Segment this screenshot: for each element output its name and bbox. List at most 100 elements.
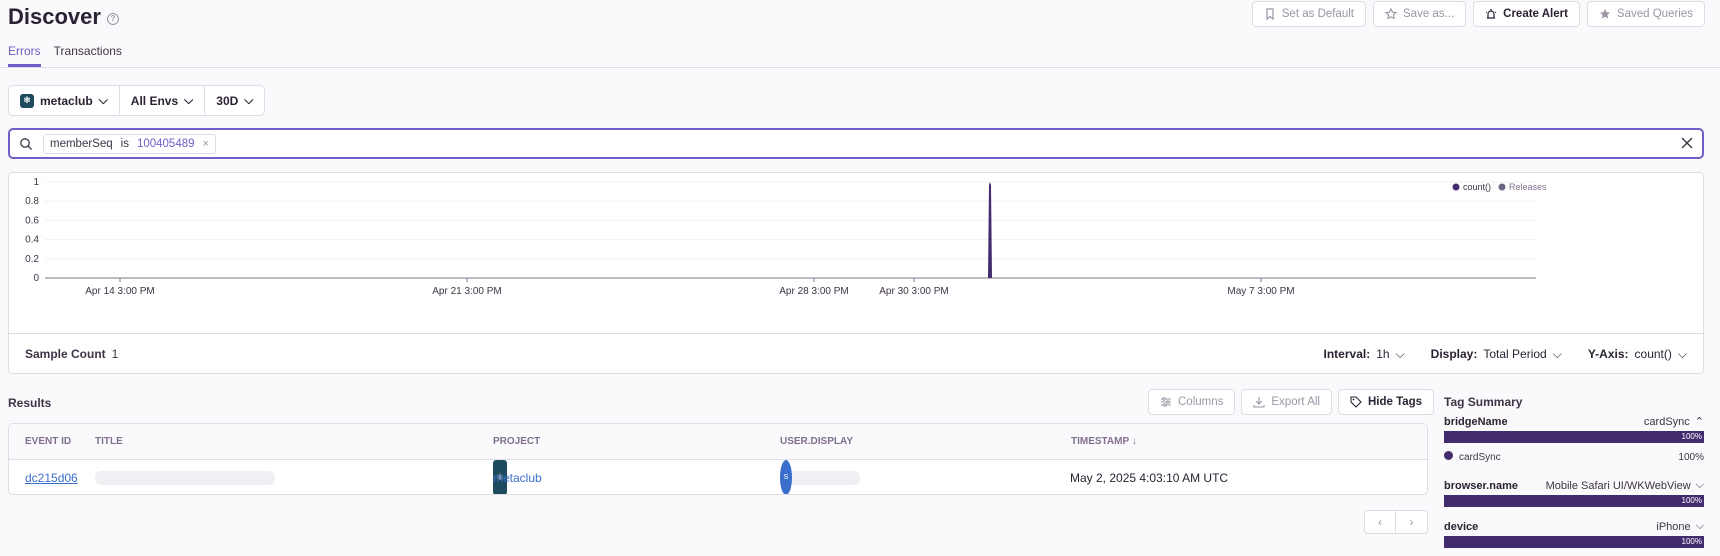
tag-distribution-bar[interactable]: 100% (1444, 536, 1704, 548)
x-tick-label: Apr 14 3:00 PM (85, 286, 154, 297)
project-filter[interactable]: ⚛ metaclub ⌵ (9, 86, 120, 115)
export-all-label: Export All (1271, 396, 1320, 408)
chevron-down-icon: ⌵ (1695, 520, 1704, 532)
x-tick-label: Apr 28 3:00 PM (779, 286, 848, 297)
chart-panel: 0 0.2 0.4 0.6 0.8 1 Apr 14 3:00 PM Apr 21 3:00 … (8, 172, 1704, 374)
tag-value-text: iPhone (1656, 520, 1691, 533)
previous-page-button[interactable]: ‹ (1364, 510, 1396, 534)
legend-dot-releases (1498, 183, 1506, 191)
chevron-down-icon: ⌵ (244, 93, 254, 107)
set-as-default-label: Set as Default (1281, 8, 1354, 20)
column-header-event-id[interactable]: EVENT ID (25, 424, 71, 459)
tag-icon (1350, 396, 1362, 408)
tag-distribution-bar[interactable]: 100% (1444, 495, 1704, 507)
y-tick-label: 0.4 (25, 235, 39, 246)
save-as-label: Save as... (1403, 8, 1455, 20)
chart-footer: Sample Count 1 Interval: 1h ⌵ Display: T… (9, 333, 1703, 374)
tag-distribution-bar[interactable]: 100% (1444, 431, 1704, 443)
search-token[interactable]: memberSeq is 100405489 × (43, 133, 216, 154)
y-tick-label: 0.2 (25, 254, 39, 265)
results-title: Results (8, 396, 52, 410)
tag-percent: 100% (1681, 496, 1702, 505)
page-title: Discover ? (8, 4, 119, 30)
sample-count-label: Sample Count (25, 347, 106, 361)
interval-label: Interval: (1323, 347, 1371, 361)
column-header-timestamp[interactable]: TIMESTAMP ↓ (1071, 424, 1137, 459)
create-alert-button[interactable]: Create Alert (1473, 1, 1580, 27)
legend-label-count: count() (1463, 182, 1491, 192)
page-header: Discover ? Errors Transactions Set as De… (0, 0, 1720, 68)
tag-detail-text: cardSync (1459, 452, 1501, 463)
date-range-label: 30D (216, 93, 239, 108)
tag-detail-percent: 100% (1678, 451, 1704, 463)
sliders-icon (1161, 397, 1171, 407)
siren-icon (1485, 9, 1497, 19)
x-tick-label: Apr 30 3:00 PM (879, 286, 948, 297)
title-redacted (95, 460, 275, 494)
tag-key: bridgeName (1444, 415, 1508, 428)
tag-value-text: cardSync (1643, 415, 1690, 428)
star-filled-icon (1599, 9, 1610, 19)
columns-label: Columns (1178, 396, 1224, 408)
tab-errors[interactable]: Errors (8, 44, 41, 67)
sample-count-value: 1 (111, 347, 119, 361)
tab-transactions[interactable]: Transactions (54, 44, 122, 67)
set-as-default-button[interactable]: Set as Default (1251, 1, 1366, 27)
token-key: memberSeq (50, 137, 113, 150)
bookmark-icon (1266, 8, 1274, 20)
environment-filter-label: All Envs (130, 93, 179, 108)
date-range-filter[interactable]: 30D ⌵ (205, 86, 264, 115)
saved-queries-button[interactable]: Saved Queries (1586, 1, 1705, 27)
token-remove-icon[interactable]: × (203, 138, 209, 150)
download-icon (1253, 397, 1265, 408)
search-icon (20, 137, 32, 150)
table-row: dc215d06 ⚛ metaclub S May 2, 2025 4:03:1… (9, 460, 1427, 494)
project-name: metaclub (493, 470, 542, 485)
column-header-project[interactable]: PROJECT (493, 424, 540, 459)
tag-row-browser-name[interactable]: browser.name Mobile Safari UI/WKWebView ⌵ (1444, 479, 1704, 492)
tag-summary-title: Tag Summary (1444, 395, 1523, 409)
tag-row-device[interactable]: device iPhone ⌵ (1444, 520, 1704, 533)
event-id-link[interactable]: dc215d06 (25, 460, 78, 494)
x-tick-label: May 7 3:00 PM (1227, 286, 1294, 297)
tag-row-bridge-name[interactable]: bridgeName cardSync ⌃ (1444, 415, 1704, 429)
y-tick-label: 0.6 (25, 215, 39, 226)
x-tick-label: Apr 21 3:00 PM (432, 286, 501, 297)
user-avatar: S (780, 460, 792, 494)
y-axis-select[interactable]: Y-Axis: count() ⌵ (1588, 347, 1687, 362)
columns-button[interactable]: Columns (1148, 389, 1236, 415)
next-page-button[interactable]: › (1396, 510, 1428, 534)
table-header: EVENT ID TITLE PROJECT USER.DISPLAY TIME… (9, 424, 1427, 460)
hide-tags-button[interactable]: Hide Tags (1337, 389, 1435, 415)
help-icon[interactable]: ? (106, 12, 119, 25)
tag-detail-row: cardSync 100% (1444, 451, 1704, 463)
pagination: ‹ › (1364, 510, 1428, 534)
save-as-button[interactable]: Save as... (1373, 1, 1467, 27)
display-select[interactable]: Display: Total Period ⌵ (1431, 347, 1562, 362)
interval-value: 1h (1376, 347, 1390, 361)
user-redacted (780, 470, 860, 485)
y-axis-value: count() (1634, 347, 1672, 361)
hide-tags-label: Hide Tags (1367, 396, 1423, 408)
export-all-button[interactable]: Export All (1241, 389, 1332, 415)
chevron-up-icon: ⌃ (1694, 416, 1704, 428)
results-table: EVENT ID TITLE PROJECT USER.DISPLAY TIME… (8, 423, 1428, 495)
column-header-title[interactable]: TITLE (95, 424, 123, 459)
page-title-text: Discover (8, 4, 101, 29)
tag-value: cardSync ⌃ (1643, 415, 1704, 429)
chevron-down-icon: ⌵ (1395, 346, 1405, 361)
column-header-user-display[interactable]: USER.DISPLAY (780, 424, 853, 459)
tag-value: iPhone ⌵ (1656, 520, 1704, 533)
data-area-spike (988, 182, 992, 278)
search-bar[interactable]: memberSeq is 100405489 × (8, 128, 1704, 159)
legend-label-releases: Releases (1509, 182, 1547, 192)
project-icon: ⚛ (20, 93, 34, 108)
tag-key: browser.name (1444, 479, 1518, 492)
create-alert-label: Create Alert (1503, 8, 1568, 20)
environment-filter[interactable]: All Envs ⌵ (120, 86, 206, 115)
token-operator: is (120, 137, 129, 150)
page-filters: ⚛ metaclub ⌵ All Envs ⌵ 30D ⌵ (8, 85, 266, 116)
tag-percent: 100% (1681, 537, 1702, 546)
clear-search-icon[interactable] (1680, 136, 1694, 150)
interval-select[interactable]: Interval: 1h ⌵ (1324, 347, 1405, 362)
